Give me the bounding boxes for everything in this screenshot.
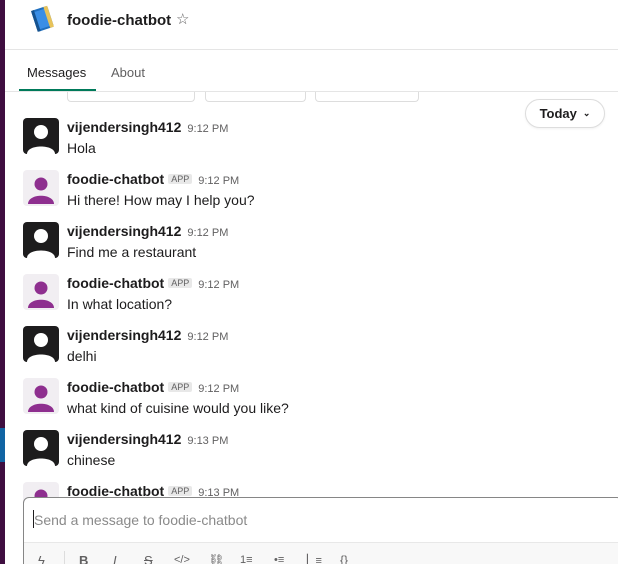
- message-author[interactable]: foodie-chatbot: [67, 379, 164, 395]
- message-item: vijendersingh412 9:12 PM Find me a restau…: [23, 222, 583, 270]
- message-text: Hola: [67, 140, 96, 156]
- message-item: foodie-chatbot APP 9:12 PM what kind of cu…: [23, 378, 583, 426]
- message-item: vijendersingh412 9:12 PM Hola: [23, 118, 583, 166]
- message-author[interactable]: foodie-chatbot: [67, 275, 164, 291]
- formatting-toolbar: ϟ B I S </> ⛓ 1≡ •≡ ▏≡ {}: [24, 542, 618, 564]
- avatar[interactable]: [23, 430, 59, 466]
- message-text: Find me a restaurant: [67, 244, 197, 260]
- suggestion-button[interactable]: [315, 92, 419, 102]
- message-timestamp[interactable]: 9:12 PM: [187, 331, 228, 343]
- avatar[interactable]: [23, 274, 59, 310]
- message-author[interactable]: vijendersingh412: [67, 431, 181, 447]
- book-icon: [27, 4, 57, 34]
- active-tab-underline: [19, 89, 96, 91]
- message-author[interactable]: vijendersingh412: [67, 223, 181, 239]
- tab-messages[interactable]: Messages: [27, 65, 86, 80]
- message-text: In what location?: [67, 296, 173, 312]
- avatar[interactable]: [23, 170, 59, 206]
- tab-about[interactable]: About: [111, 65, 145, 80]
- channel-title[interactable]: foodie-chatbot: [67, 12, 171, 29]
- avatar[interactable]: [23, 378, 59, 414]
- channel-header: foodie-chatbot ☆: [5, 0, 618, 50]
- avatar[interactable]: [23, 326, 59, 362]
- code-block-icon[interactable]: {}: [340, 553, 348, 564]
- message-text: delhi: [67, 348, 97, 364]
- code-icon[interactable]: </>: [174, 554, 190, 564]
- message-author[interactable]: foodie-chatbot: [67, 171, 164, 187]
- quote-icon[interactable]: ▏≡: [307, 554, 322, 564]
- message-composer: ϟ B I S </> ⛓ 1≡ •≡ ▏≡ {}: [23, 497, 618, 564]
- text-caret: [33, 510, 34, 528]
- message-timestamp[interactable]: 9:12 PM: [187, 123, 228, 135]
- sidebar-active-indicator: [0, 428, 5, 462]
- avatar[interactable]: [23, 118, 59, 154]
- toolbar-divider: [64, 551, 65, 564]
- app-badge: APP: [168, 382, 193, 392]
- message-item: foodie-chatbot APP 9:12 PM In what locatio…: [23, 274, 583, 322]
- message-item: vijendersingh412 9:13 PM chinese: [23, 430, 583, 478]
- message-text: what kind of cuisine would you like?: [67, 400, 289, 416]
- star-icon[interactable]: ☆: [176, 10, 189, 28]
- bulleted-list-icon[interactable]: •≡: [274, 554, 284, 564]
- italic-icon[interactable]: I: [113, 553, 117, 564]
- message-text: Hi there! How may I help you?: [67, 192, 255, 208]
- app-badge: APP: [168, 174, 193, 184]
- message-author[interactable]: vijendersingh412: [67, 327, 181, 343]
- message-input[interactable]: [34, 510, 594, 530]
- message-text: chinese: [67, 452, 116, 468]
- message-timestamp[interactable]: 9:12 PM: [198, 279, 239, 291]
- message-author[interactable]: vijendersingh412: [67, 119, 181, 135]
- message-timestamp[interactable]: 9:12 PM: [187, 227, 228, 239]
- app-badge: APP: [168, 486, 193, 496]
- suggestion-button[interactable]: [205, 92, 306, 102]
- chevron-down-icon: ⌄: [582, 108, 591, 118]
- message-timestamp[interactable]: 9:12 PM: [198, 175, 239, 187]
- link-icon[interactable]: ⛓: [208, 553, 225, 564]
- message-timestamp[interactable]: 9:13 PM: [187, 435, 228, 447]
- message-item: foodie-chatbot APP 9:12 PM Hi there! How m…: [23, 170, 583, 218]
- suggestion-button[interactable]: [67, 92, 195, 102]
- message-item: vijendersingh412 9:12 PM delhi: [23, 326, 583, 374]
- message-timestamp[interactable]: 9:12 PM: [198, 383, 239, 395]
- shortcuts-icon[interactable]: ϟ: [38, 553, 45, 564]
- bold-icon[interactable]: B: [79, 553, 88, 564]
- tab-bar: Messages About: [5, 50, 618, 92]
- app-badge: APP: [168, 278, 193, 288]
- strikethrough-icon[interactable]: S: [144, 553, 153, 564]
- avatar[interactable]: [23, 222, 59, 258]
- ordered-list-icon[interactable]: 1≡: [240, 554, 253, 564]
